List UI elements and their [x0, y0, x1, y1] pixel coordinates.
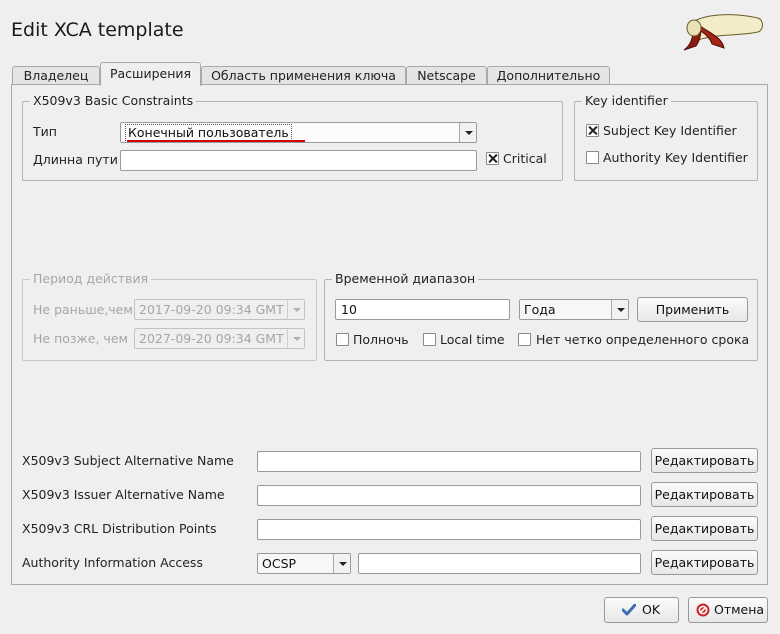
apply-button[interactable]: Применить [637, 297, 748, 322]
subject-alt-name-input[interactable] [257, 451, 641, 472]
extensions-panel: X509v3 Basic Constraints Тип Конечный по… [11, 84, 768, 585]
issuer-alt-name-input[interactable] [257, 485, 641, 506]
not-before-label: Не раньше,чем [33, 302, 133, 317]
validity-group: Период действия Не раньше,чем 2017-09-20… [22, 271, 317, 361]
chevron-down-icon [459, 123, 476, 142]
crl-distribution-points-edit-button[interactable]: Редактировать [651, 516, 758, 541]
tab-key-usage[interactable]: Область применения ключа [201, 66, 406, 85]
chevron-down-icon [287, 329, 304, 348]
tab-netscape[interactable]: Netscape [406, 66, 487, 85]
path-length-input[interactable] [120, 150, 477, 171]
chevron-down-icon [333, 554, 350, 573]
tab-owner[interactable]: Владелец [12, 66, 100, 85]
checkmark-icon [622, 604, 636, 616]
not-before-value: 2017-09-20 09:34 GMT [139, 302, 284, 317]
subject-key-identifier-label: Subject Key Identifier [603, 123, 737, 138]
authority-info-access-input[interactable] [358, 553, 641, 574]
time-range-unit-select[interactable]: Года [519, 299, 629, 320]
subject-alt-name-label: X509v3 Subject Alternative Name [22, 453, 234, 468]
annotation-underline [127, 140, 305, 142]
issuer-alt-name-label: X509v3 Issuer Alternative Name [22, 487, 225, 502]
xca-logo-icon [683, 14, 763, 51]
time-range-amount-input[interactable]: 10 [335, 299, 510, 320]
crl-distribution-points-label: X509v3 CRL Distribution Points [22, 521, 217, 536]
authority-key-identifier-label: Authority Key Identifier [603, 150, 748, 165]
tab-advanced[interactable]: Дополнительно [487, 66, 610, 85]
no-defined-term-label: Нет четко определенного срока [536, 332, 750, 347]
validity-legend: Период действия [30, 271, 152, 287]
crl-distribution-points-input[interactable] [257, 519, 641, 540]
local-time-checkbox[interactable] [423, 333, 436, 346]
not-after-field[interactable]: 2027-09-20 09:34 GMT [134, 328, 305, 349]
key-identifier-legend: Key identifier [582, 93, 671, 109]
critical-label: Critical [503, 151, 547, 166]
subject-alt-name-edit-button[interactable]: Редактировать [651, 448, 758, 473]
authority-info-access-method-select[interactable]: OCSP [257, 553, 351, 574]
chevron-down-icon [287, 300, 304, 319]
critical-checkbox[interactable] [486, 152, 499, 165]
issuer-alt-name-edit-button[interactable]: Редактировать [651, 482, 758, 507]
tab-extensions[interactable]: Расширения [100, 62, 201, 86]
authority-info-access-method-value: OCSP [262, 556, 297, 571]
midnight-label: Полночь [353, 332, 409, 347]
basic-constraints-group: X509v3 Basic Constraints Тип Конечный по… [22, 93, 563, 181]
cancel-label: Отмена [714, 602, 765, 617]
basic-constraints-legend: X509v3 Basic Constraints [30, 93, 197, 109]
window-title: Edit XCA template [11, 19, 184, 41]
not-after-label: Не позже, чем [33, 331, 128, 346]
ok-label: OK [642, 602, 661, 617]
time-range-legend: Временной диапазон [332, 271, 479, 287]
path-length-label: Длинна пути [33, 152, 118, 167]
chevron-down-icon [611, 300, 628, 319]
cancel-button[interactable]: Отмена [688, 597, 768, 623]
not-after-value: 2027-09-20 09:34 GMT [139, 331, 284, 346]
cancel-icon [696, 603, 710, 617]
local-time-label: Local time [440, 332, 505, 347]
authority-info-access-edit-button[interactable]: Редактировать [651, 550, 758, 575]
type-label: Тип [33, 124, 57, 139]
type-select-value: Конечный пользователь [125, 124, 292, 141]
subject-key-identifier-checkbox[interactable] [586, 124, 599, 137]
authority-key-identifier-checkbox[interactable] [586, 151, 599, 164]
key-identifier-group: Key identifier Subject Key Identifier Au… [574, 93, 758, 181]
time-range-group: Временной диапазон 10 Года Применить Пол… [324, 271, 758, 361]
midnight-checkbox[interactable] [336, 333, 349, 346]
authority-info-access-label: Authority Information Access [22, 555, 203, 570]
no-defined-term-checkbox[interactable] [518, 333, 531, 346]
ok-button[interactable]: OK [604, 597, 679, 623]
not-before-field[interactable]: 2017-09-20 09:34 GMT [134, 299, 305, 320]
time-range-unit-value: Года [524, 302, 556, 317]
